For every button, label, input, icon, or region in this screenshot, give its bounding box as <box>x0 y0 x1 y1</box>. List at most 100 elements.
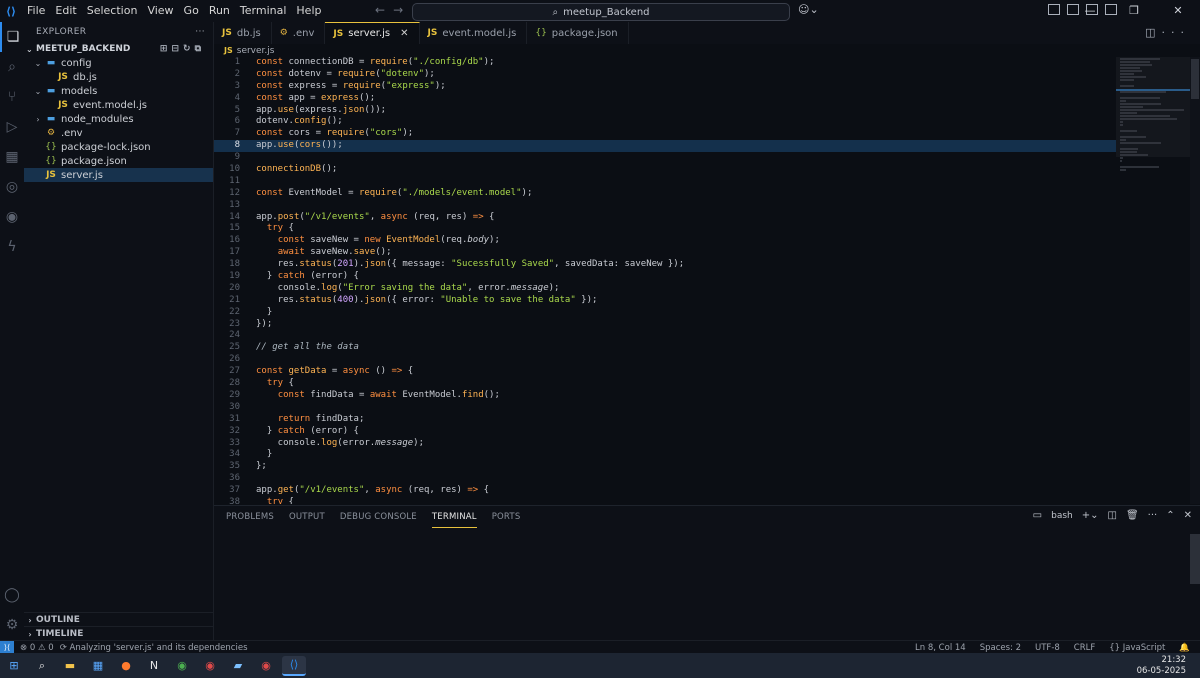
code-line: 5 app.use(express.json()); <box>214 105 1116 117</box>
tree-item-db-js[interactable]: JS db.js <box>24 70 213 84</box>
menu-edit[interactable]: Edit <box>50 0 81 22</box>
trash-icon[interactable]: 🗑 <box>1126 510 1139 521</box>
tree-item-node-modules[interactable]: › ▬ node_modules <box>24 112 213 126</box>
maximize-panel-icon[interactable]: ⌃ <box>1166 510 1174 521</box>
code-line: 33 console.log(error.message); <box>214 438 1116 450</box>
project-root[interactable]: ⌄ MEETUP_BACKEND ⊞⊟↻⧉ <box>24 42 213 56</box>
tree-item-package-json[interactable]: {} package.json <box>24 154 213 168</box>
code-editor[interactable]: 1 const connectionDB = require("./config/… <box>214 57 1116 504</box>
close-tab-icon[interactable]: ✕ <box>400 28 408 39</box>
refresh-icon[interactable]: ↻ <box>183 44 195 54</box>
windows-start-icon[interactable]: ⊞ <box>2 656 26 676</box>
chrome-icon[interactable]: ◉ <box>170 656 194 676</box>
tree-item-server-js[interactable]: JS server.js <box>24 168 213 182</box>
outline-section[interactable]: › OUTLINE <box>24 612 213 627</box>
tree-item-label: .env <box>61 127 83 139</box>
menu-go[interactable]: Go <box>179 0 204 22</box>
panel-tab-output[interactable]: OUTPUT <box>289 507 325 527</box>
more-actions-icon[interactable]: ··· <box>1162 26 1191 39</box>
menu-selection[interactable]: Selection <box>82 0 143 22</box>
tab-package-json[interactable]: {} package.json <box>527 22 629 44</box>
terminal-shell-label[interactable]: bash <box>1051 511 1073 521</box>
tab-db-js[interactable]: JS db.js <box>214 22 272 44</box>
split-terminal-icon[interactable]: ◫ <box>1108 510 1117 521</box>
restore-button[interactable]: ❐ <box>1112 0 1156 22</box>
source-control-icon[interactable]: ⑂ <box>0 82 24 112</box>
explorer-icon[interactable]: ❏ <box>0 22 24 52</box>
tab--env[interactable]: ⚙ .env <box>272 22 326 44</box>
account-icon[interactable]: ◯ <box>0 580 24 610</box>
vscode-taskbar-icon[interactable]: ⟨⟩ <box>282 655 306 676</box>
run-debug-icon[interactable]: ▷ <box>0 112 24 142</box>
code-line: 29 const findData = await EventModel.fin… <box>214 390 1116 402</box>
scrollbar-thumb[interactable] <box>1191 59 1199 99</box>
minimize-button[interactable]: — <box>1068 0 1112 22</box>
split-editor-icon[interactable]: ◫ <box>1145 26 1161 39</box>
menu-run[interactable]: Run <box>204 0 235 22</box>
search-icon[interactable]: ⌕ <box>30 656 54 676</box>
tree-item-package-lock-json[interactable]: {} package-lock.json <box>24 140 213 154</box>
tree-item-models[interactable]: ⌄ ▬ models <box>24 84 213 98</box>
breadcrumb[interactable]: JS server.js <box>214 44 274 57</box>
problems-indicator[interactable]: ⊗ 0 ⚠ 0 <box>20 643 54 653</box>
line-number: 25 <box>229 342 240 353</box>
github-icon[interactable]: ◉ <box>0 202 24 232</box>
copilot-icon[interactable]: ☺⌄ <box>798 3 819 16</box>
ellipsis-icon[interactable]: ··· <box>1148 510 1158 521</box>
menu-terminal[interactable]: Terminal <box>235 0 292 22</box>
clock-time: 21:32 <box>1161 655 1187 665</box>
timeline-section[interactable]: › TIMELINE <box>24 626 213 641</box>
settings-gear-icon[interactable]: ⚙ <box>0 610 24 640</box>
file-explorer-icon[interactable]: ▬ <box>58 656 82 676</box>
panel-tab-terminal[interactable]: TERMINAL <box>431 507 477 528</box>
panel-tab-debug-console[interactable]: DEBUG CONSOLE <box>340 507 417 527</box>
system-clock[interactable]: 21:32 06-05-2025 <box>1137 655 1186 677</box>
new-terminal-icon[interactable]: +⌄ <box>1082 510 1099 521</box>
more-actions-icon[interactable]: ··· <box>195 27 205 37</box>
tree-item-config[interactable]: ⌄ ▬ config <box>24 56 213 70</box>
cursor-position[interactable]: Ln 8, Col 14 <box>915 643 966 653</box>
editor-scrollbar[interactable] <box>1190 57 1200 504</box>
terminal-scrollbar[interactable] <box>1190 534 1200 584</box>
forward-arrow-icon[interactable]: → <box>393 3 411 17</box>
firefox-icon[interactable]: ● <box>114 656 138 676</box>
collapse-all-icon[interactable]: ⧉ <box>195 44 205 54</box>
line-ending[interactable]: CRLF <box>1074 643 1095 653</box>
notion-icon[interactable]: N <box>142 656 166 676</box>
extensions-icon[interactable]: ▦ <box>0 142 24 172</box>
back-arrow-icon[interactable]: ← <box>375 3 393 17</box>
close-panel-icon[interactable]: ✕ <box>1184 510 1192 521</box>
tree-item-label: server.js <box>61 169 103 181</box>
menu-help[interactable]: Help <box>291 0 326 22</box>
language-mode[interactable]: {} JavaScript <box>1109 643 1165 653</box>
close-window-button[interactable]: ✕ <box>1156 0 1200 22</box>
store-icon[interactable]: ▦ <box>86 656 110 676</box>
tab-server-js[interactable]: JS server.js ✕ <box>325 22 420 44</box>
new-file-icon[interactable]: ⊞ <box>160 44 172 54</box>
remote-explorer-icon[interactable]: ◎ <box>0 172 24 202</box>
menu-view[interactable]: View <box>142 0 178 22</box>
minimap[interactable] <box>1116 57 1190 504</box>
nav-arrows[interactable]: ←→ <box>375 3 411 17</box>
panel-tab-ports[interactable]: PORTS <box>492 507 521 527</box>
code-line: 15 try { <box>214 223 1116 235</box>
panel-tab-problems[interactable]: PROBLEMS <box>226 507 274 527</box>
indentation[interactable]: Spaces: 2 <box>980 643 1021 653</box>
notes-icon[interactable]: ▰ <box>226 656 250 676</box>
search-view-icon[interactable]: ⌕ <box>0 52 24 82</box>
tree-item--env[interactable]: ⚙ .env <box>24 126 213 140</box>
menu-file[interactable]: File <box>22 0 50 22</box>
code-text: app.get("/v1/events", async (req, res) =… <box>256 485 490 496</box>
layout-customize-icon[interactable] <box>1048 4 1060 15</box>
chrome-alt-icon[interactable]: ◉ <box>254 656 278 676</box>
tab-event-model-js[interactable]: JS event.model.js <box>420 22 528 44</box>
vscode-logo-icon: ⟨⟩ <box>5 4 17 18</box>
notifications-bell-icon[interactable]: 🔔 <box>1179 643 1190 653</box>
command-center[interactable]: ⌕ meetup_Backend <box>412 3 790 21</box>
tree-item-event-model-js[interactable]: JS event.model.js <box>24 98 213 112</box>
warnings-count: 0 <box>48 642 54 653</box>
encoding[interactable]: UTF-8 <box>1035 643 1060 653</box>
chrome-profile-icon[interactable]: ◉ <box>198 656 222 676</box>
new-folder-icon[interactable]: ⊟ <box>171 44 183 54</box>
thunder-client-icon[interactable]: ϟ <box>0 232 24 262</box>
